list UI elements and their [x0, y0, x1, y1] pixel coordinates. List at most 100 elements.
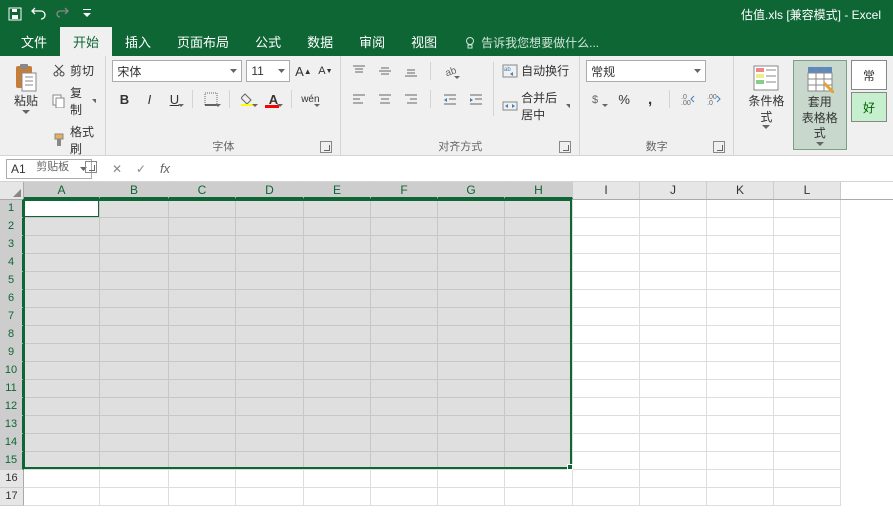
align-center-button[interactable] [373, 88, 397, 110]
merge-center-button[interactable]: 合并后居中 [499, 87, 573, 125]
tab-view[interactable]: 视图 [398, 27, 450, 56]
row-header-12[interactable]: 12 [0, 398, 24, 416]
row-header-17[interactable]: 17 [0, 488, 24, 506]
underline-button[interactable]: U [162, 88, 186, 110]
insert-function-button[interactable]: fx [154, 159, 176, 179]
formula-input[interactable] [182, 159, 893, 179]
svg-text:.0: .0 [707, 100, 713, 106]
cancel-formula-button[interactable]: ✕ [106, 159, 128, 179]
tell-me-search[interactable]: 告诉我您想要做什么... [450, 29, 612, 56]
tab-layout[interactable]: 页面布局 [164, 27, 242, 56]
enter-formula-button[interactable]: ✓ [130, 159, 152, 179]
row-header-14[interactable]: 14 [0, 434, 24, 452]
tab-data[interactable]: 数据 [294, 27, 346, 56]
cell-style-good[interactable]: 好 [851, 92, 887, 122]
tab-formulas[interactable]: 公式 [242, 27, 294, 56]
italic-button[interactable]: I [137, 88, 161, 110]
increase-font-button[interactable]: A▲ [294, 61, 312, 81]
percent-button[interactable]: % [612, 88, 636, 110]
align-middle-button[interactable] [373, 60, 397, 82]
tab-home[interactable]: 开始 [60, 27, 112, 56]
column-header-G[interactable]: G [438, 182, 505, 199]
paste-button[interactable]: 粘贴 [6, 60, 46, 117]
save-button[interactable] [4, 3, 26, 25]
column-header-B[interactable]: B [100, 182, 169, 199]
row-header-10[interactable]: 10 [0, 362, 24, 380]
phonetic-button[interactable]: wén [298, 88, 322, 110]
tab-file[interactable]: 文件 [8, 27, 60, 56]
tab-review[interactable]: 审阅 [346, 27, 398, 56]
row-header-7[interactable]: 7 [0, 308, 24, 326]
svg-text:ab: ab [444, 65, 457, 78]
spreadsheet: ABCDEFGHIJKL 1234567891011121314151617 [0, 182, 893, 506]
table-format-icon [804, 63, 836, 95]
wrap-icon: ab [502, 63, 518, 79]
format-painter-button[interactable]: 格式刷 [48, 121, 99, 159]
bold-button[interactable]: B [112, 88, 136, 110]
row-header-2[interactable]: 2 [0, 218, 24, 236]
align-top-button[interactable] [347, 60, 371, 82]
copy-button[interactable]: 复制 [48, 82, 99, 120]
clipboard-launcher[interactable] [85, 161, 97, 173]
copy-icon [51, 93, 67, 109]
row-header-3[interactable]: 3 [0, 236, 24, 254]
row-header-5[interactable]: 5 [0, 272, 24, 290]
svg-text:ab: ab [504, 67, 511, 73]
font-launcher[interactable] [320, 141, 332, 153]
row-header-1[interactable]: 1 [0, 200, 24, 218]
increase-indent-button[interactable] [464, 88, 488, 110]
orientation-button[interactable]: ab [438, 60, 462, 82]
alignment-launcher[interactable] [559, 141, 571, 153]
tab-insert[interactable]: 插入 [112, 27, 164, 56]
column-header-D[interactable]: D [236, 182, 304, 199]
column-header-E[interactable]: E [304, 182, 371, 199]
font-color-button[interactable]: A [261, 88, 285, 110]
brush-icon [51, 132, 67, 148]
increase-decimal-button[interactable]: .0.00 [677, 88, 701, 110]
column-header-C[interactable]: C [169, 182, 236, 199]
redo-button[interactable] [52, 3, 74, 25]
number-launcher[interactable] [713, 141, 725, 153]
number-format-select[interactable]: 常规 [586, 60, 706, 82]
align-left-button[interactable] [347, 88, 371, 110]
column-header-L[interactable]: L [774, 182, 841, 199]
decrease-indent-button[interactable] [438, 88, 462, 110]
cell-style-normal[interactable]: 常 [851, 60, 887, 90]
row-header-11[interactable]: 11 [0, 380, 24, 398]
select-all-corner[interactable] [0, 182, 24, 199]
scissors-icon [51, 63, 67, 79]
row-header-13[interactable]: 13 [0, 416, 24, 434]
quick-access-toolbar [4, 3, 98, 25]
column-header-A[interactable]: A [24, 182, 100, 199]
decrease-decimal-button[interactable]: .00.0 [703, 88, 727, 110]
decrease-font-button[interactable]: A▼ [316, 61, 334, 81]
align-right-button[interactable] [399, 88, 423, 110]
row-header-16[interactable]: 16 [0, 470, 24, 488]
cell-grid[interactable] [24, 200, 841, 506]
column-header-F[interactable]: F [371, 182, 438, 199]
cut-button[interactable]: 剪切 [48, 60, 99, 81]
column-header-H[interactable]: H [505, 182, 573, 199]
column-header-I[interactable]: I [573, 182, 640, 199]
row-header-9[interactable]: 9 [0, 344, 24, 362]
comma-button[interactable]: , [638, 88, 662, 110]
align-bottom-button[interactable] [399, 60, 423, 82]
column-header-K[interactable]: K [707, 182, 774, 199]
border-button[interactable] [199, 88, 223, 110]
font-name-select[interactable]: 宋体 [112, 60, 242, 82]
row-header-4[interactable]: 4 [0, 254, 24, 272]
format-as-table-button[interactable]: 套用 表格格式 [793, 60, 847, 150]
row-headers: 1234567891011121314151617 [0, 200, 24, 506]
conditional-format-button[interactable]: 条件格式 [740, 60, 792, 132]
row-header-15[interactable]: 15 [0, 452, 24, 470]
currency-button[interactable]: $ [586, 88, 610, 110]
fill-color-button[interactable] [236, 88, 260, 110]
font-size-select[interactable]: 11 [246, 60, 290, 82]
undo-button[interactable] [28, 3, 50, 25]
row-header-8[interactable]: 8 [0, 326, 24, 344]
border-icon [204, 92, 218, 106]
column-header-J[interactable]: J [640, 182, 707, 199]
qat-customize-button[interactable] [76, 3, 98, 25]
wrap-text-button[interactable]: ab自动换行 [499, 60, 573, 81]
row-header-6[interactable]: 6 [0, 290, 24, 308]
